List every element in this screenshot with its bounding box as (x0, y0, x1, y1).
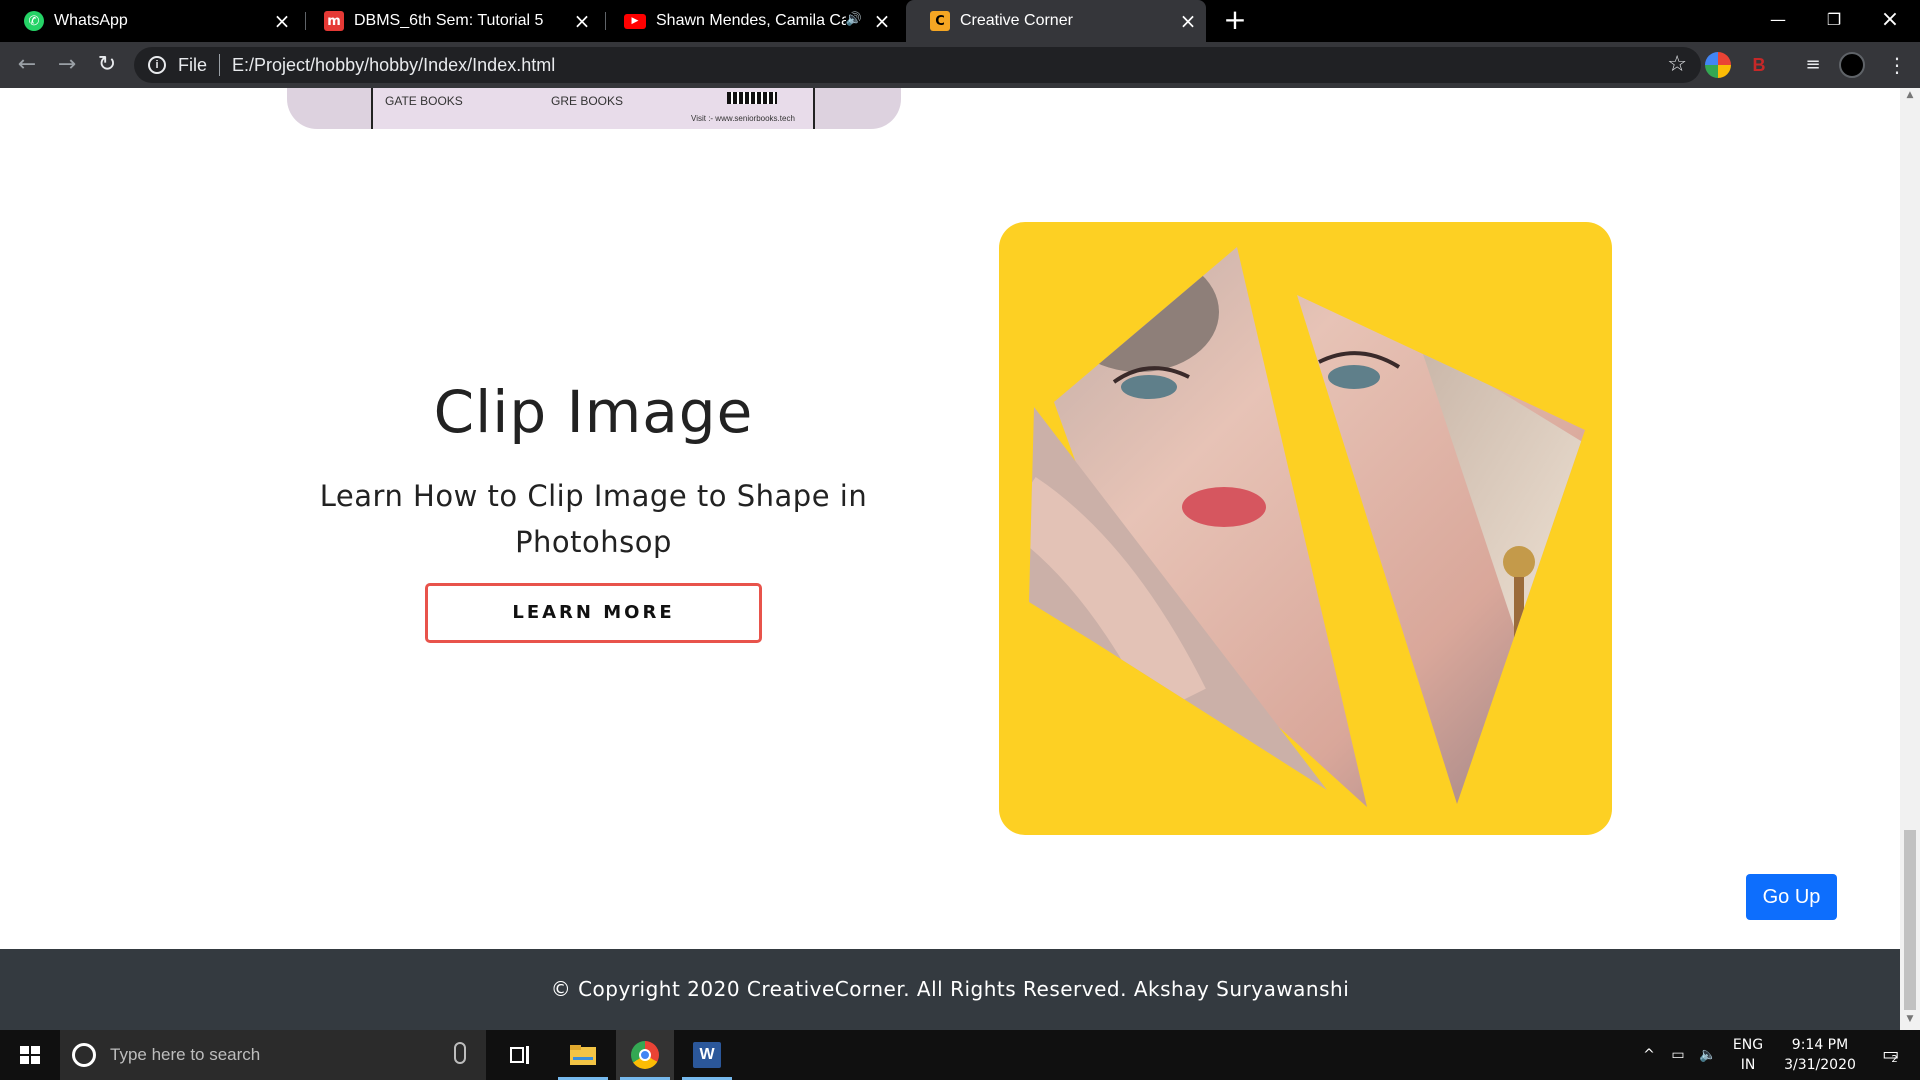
close-tab-icon[interactable]: × (272, 11, 292, 31)
notification-count: 2 (1891, 1054, 1898, 1065)
youtube-icon: ▶ (624, 13, 646, 29)
forward-icon[interactable]: → (52, 50, 82, 80)
close-tab-icon[interactable]: × (572, 11, 592, 31)
clock-time: 9:14 PM (1791, 1037, 1849, 1053)
address-bar[interactable]: i File E:/Project/hobby/hobby/Index/Inde… (134, 47, 1701, 83)
qr-code-icon (727, 92, 777, 104)
new-tab-icon[interactable]: + (1220, 6, 1250, 36)
restore-icon[interactable]: ❐ (1804, 0, 1864, 42)
scroll-up-icon[interactable]: ▲ (1904, 90, 1916, 102)
show-hidden-icons[interactable]: ^ (1638, 1030, 1660, 1080)
media-control-icon[interactable]: ≡ (1800, 52, 1826, 78)
close-tab-icon[interactable]: × (1178, 11, 1198, 31)
go-up-button[interactable]: Go Up (1746, 874, 1837, 920)
visit-text: Visit :- www.seniorbooks.tech (691, 114, 795, 123)
whatsapp-icon: ✆ (24, 11, 44, 31)
battery-icon[interactable]: ▭ (1666, 1030, 1690, 1080)
tab-youtube[interactable]: ▶ Shawn Mendes, Camila Cabe 🔊 × (600, 0, 900, 42)
tab-strip: ✆ WhatsApp × m DBMS_6th Sem: Tutorial 5 … (0, 0, 1920, 42)
clipped-portrait-image (1029, 247, 1585, 807)
windows-start-icon[interactable] (0, 1030, 60, 1080)
language-indicator[interactable]: ENG IN (1726, 1030, 1770, 1080)
chrome-icon[interactable] (616, 1030, 674, 1080)
banner-ad[interactable]: GATE BOOKS GRE BOOKS Visit :- www.senior… (371, 88, 815, 129)
tab-title: Shawn Mendes, Camila Cabe (656, 12, 846, 29)
browser-toolbar: ← → ↻ i File E:/Project/hobby/hobby/Inde… (0, 42, 1920, 88)
taskbar-search[interactable]: Type here to search (60, 1030, 486, 1080)
clipped-image-card (999, 222, 1612, 835)
reload-icon[interactable]: ↻ (92, 50, 122, 80)
back-icon[interactable]: ← (12, 50, 42, 80)
clock-date: 3/31/2020 (1784, 1057, 1856, 1073)
windows-taskbar: Type here to search W ^ ▭ 🔈 ENG IN 9:14 … (0, 1030, 1920, 1080)
close-tab-icon[interactable]: × (872, 11, 892, 31)
language-code: ENG (1732, 1037, 1764, 1053)
task-view-icon[interactable] (492, 1030, 550, 1080)
tab-title: WhatsApp (54, 12, 128, 29)
gre-books-label: GRE BOOKS (551, 94, 624, 108)
info-icon[interactable]: i (148, 56, 166, 74)
search-placeholder: Type here to search (110, 1045, 261, 1064)
clock[interactable]: 9:14 PM 3/31/2020 (1774, 1030, 1866, 1080)
file-explorer-icon[interactable] (554, 1030, 612, 1080)
tab-title: DBMS_6th Sem: Tutorial 5 (354, 12, 544, 29)
bookmark-star-icon[interactable]: ☆ (1667, 52, 1687, 77)
gate-books-label: GATE BOOKS (385, 94, 463, 108)
learn-more-button[interactable]: LEARN MORE (425, 583, 762, 643)
m-logo-icon: m (324, 11, 344, 31)
tab-creative-corner[interactable]: C Creative Corner × (906, 0, 1206, 42)
cortana-icon[interactable] (72, 1043, 96, 1067)
volume-icon[interactable]: 🔈 (1696, 1030, 1720, 1080)
footer-copyright: © Copyright 2020 CreativeCorner. All Rig… (0, 949, 1900, 1030)
scroll-thumb[interactable] (1904, 830, 1916, 1010)
scroll-down-icon[interactable]: ▼ (1904, 1014, 1916, 1026)
minimize-icon[interactable]: — (1748, 0, 1808, 42)
tab-title: Creative Corner (960, 12, 1073, 29)
section-title: Clip Image (433, 378, 754, 446)
scheme-label: File (178, 54, 208, 75)
menu-icon[interactable]: ⋮ (1884, 52, 1910, 78)
c-logo-icon: C (930, 11, 950, 31)
url-text[interactable]: E:/Project/hobby/hobby/Index/Index.html (232, 55, 555, 76)
address-divider (219, 54, 221, 76)
close-window-icon[interactable]: × (1860, 0, 1920, 42)
microphone-icon[interactable] (454, 1042, 466, 1064)
b-extension-icon[interactable]: B (1746, 52, 1772, 78)
page-scrollbar[interactable]: ▲ ▼ (1900, 88, 1920, 1030)
books-banner: GATE BOOKS GRE BOOKS Visit :- www.senior… (287, 88, 901, 129)
color-extension-icon[interactable] (1705, 52, 1731, 78)
profile-avatar[interactable] (1839, 52, 1865, 78)
region-code: IN (1740, 1057, 1756, 1073)
page-viewport: GATE BOOKS GRE BOOKS Visit :- www.senior… (0, 88, 1900, 1030)
tab-dbms[interactable]: m DBMS_6th Sem: Tutorial 5 × (300, 0, 600, 42)
audio-playing-icon[interactable]: 🔊 (846, 12, 862, 27)
word-icon[interactable]: W (678, 1030, 736, 1080)
notification-center-icon[interactable]: ▭ 2 (1870, 1030, 1910, 1080)
tab-whatsapp[interactable]: ✆ WhatsApp × (0, 0, 300, 42)
section-subtitle: Learn How to Clip Image to Shape in Phot… (319, 479, 868, 559)
